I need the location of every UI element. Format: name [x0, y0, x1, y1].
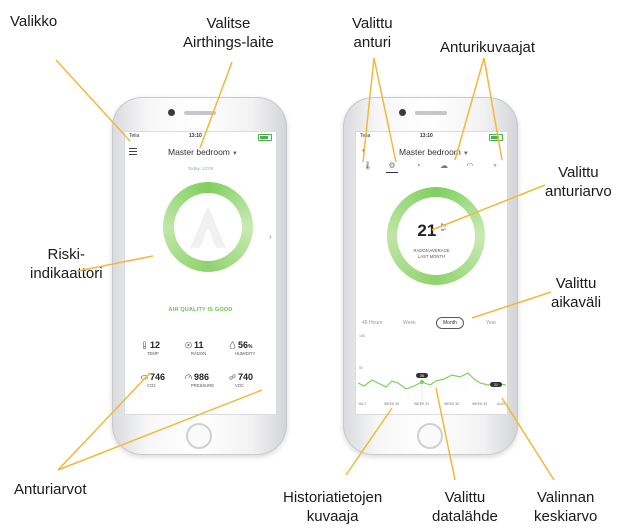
period-month[interactable]: Month	[436, 317, 464, 329]
battery-icon	[489, 134, 503, 141]
clock-label: 13:10	[189, 133, 202, 139]
carrier-label: Telia	[129, 133, 140, 139]
airthings-logo-icon	[190, 206, 226, 248]
gauge-icon	[185, 374, 192, 380]
sensor-pressure[interactable]: 986 PRESSURE	[185, 372, 231, 388]
left-phone: Telia 13:10 Master bedroom ▼ Today, 13:00…	[112, 97, 287, 455]
history-graph[interactable]: 35 21	[356, 337, 507, 403]
carrier-label: Telia	[360, 133, 371, 139]
data-source-point	[420, 380, 424, 384]
annotation-selected-range: Valittu aikaväli	[551, 275, 602, 311]
period-week[interactable]: Week	[403, 320, 416, 326]
annotation-risk-indicator: Riski-indikaattori	[30, 246, 103, 282]
gauge-icon[interactable]: ◠	[464, 160, 476, 172]
annotation-data-source: Valittu datalähde	[432, 489, 498, 525]
chevron-down-icon: ▼	[462, 151, 469, 157]
left-screen: Telia 13:10 Master bedroom ▼ Today, 13:00…	[124, 131, 277, 415]
status-bar: Telia 13:10	[356, 133, 507, 141]
period-48-hours[interactable]: 48 Hours	[362, 320, 382, 326]
annotation-menu: Valikko	[10, 13, 58, 30]
annotation-sensor-graphs: Anturikuvaajat	[440, 39, 536, 56]
cloud-icon[interactable]: ☁︎	[438, 160, 450, 172]
sensor-co2[interactable]: 746 CO2	[141, 372, 187, 388]
front-camera	[399, 109, 406, 116]
voc-icon	[229, 374, 236, 380]
speaker	[415, 111, 447, 115]
annotation-selected-value: Valittu anturiarvo	[545, 164, 612, 200]
voc-icon[interactable]: ∘	[489, 160, 501, 172]
status-bar: Telia 13:10	[125, 133, 276, 141]
menu-icon[interactable]	[129, 148, 137, 157]
period-year[interactable]: Year	[486, 320, 496, 326]
right-phone: Telia 13:10 ‹ Master bedroom ▼ 🌡︎ ⚙︎ ◔ ☁︎…	[343, 97, 518, 455]
device-name: Master bedroom	[399, 147, 461, 157]
annotation-sensor-values: Anturiarvot	[14, 481, 87, 498]
thermometer-icon[interactable]: 🌡︎	[362, 160, 374, 172]
chevron-right-icon[interactable]: ›	[269, 232, 272, 241]
air-quality-status: AIR QUALITY IS GOOD	[168, 307, 233, 313]
annotation-selected-sensor: Valittu anturi	[352, 15, 393, 51]
sensor-tabs: 🌡︎ ⚙︎ ◔ ☁︎ ◠ ∘	[356, 160, 507, 174]
annotation-history-graph: Historiatietojen kuvaaja	[283, 489, 383, 525]
average-label: 21	[494, 383, 498, 387]
thermometer-icon	[143, 341, 146, 349]
humidity-icon[interactable]: ◔	[412, 160, 424, 172]
home-button[interactable]	[186, 423, 212, 449]
sensor-temp[interactable]: 12 TEMP	[141, 340, 187, 356]
cloud-icon	[141, 374, 148, 380]
risk-indicator-ring[interactable]	[163, 182, 253, 272]
battery-icon	[258, 134, 272, 141]
annotation-average: Valinnan keskiarvo	[534, 489, 598, 525]
humidity-icon	[229, 341, 236, 349]
sensor-humidity[interactable]: 56% HUMIDITY	[229, 340, 275, 356]
device-name: Master bedroom	[168, 147, 230, 157]
device-selector[interactable]: Master bedroom ▼	[168, 147, 238, 157]
sensor-radon[interactable]: 11 RADON	[185, 340, 231, 356]
sensor-voc[interactable]: 740 VOC	[229, 372, 275, 388]
front-camera	[168, 109, 175, 116]
period-selector: 48 Hours Week Month Year	[356, 317, 507, 331]
value-caption: RADON AVERAGE LAST MONTH	[413, 248, 450, 259]
home-button[interactable]	[417, 423, 443, 449]
right-screen: Telia 13:10 ‹ Master bedroom ▼ 🌡︎ ⚙︎ ◔ ☁︎…	[355, 131, 508, 415]
back-chevron-icon[interactable]: ‹	[362, 145, 365, 156]
device-selector[interactable]: Master bedroom ▼	[399, 147, 469, 157]
radon-icon	[185, 341, 192, 349]
data-source-label: 35	[420, 374, 424, 378]
timestamp: Today, 13:00	[187, 166, 214, 171]
speaker	[184, 111, 216, 115]
radon-icon[interactable]: ⚙︎	[386, 160, 398, 173]
annotation-choose-device: Valitse Airthings-laite	[183, 15, 274, 51]
chevron-down-icon: ▼	[231, 151, 238, 157]
selected-value: 21 Bq m³	[417, 221, 446, 240]
clock-label: 13:10	[420, 133, 433, 139]
